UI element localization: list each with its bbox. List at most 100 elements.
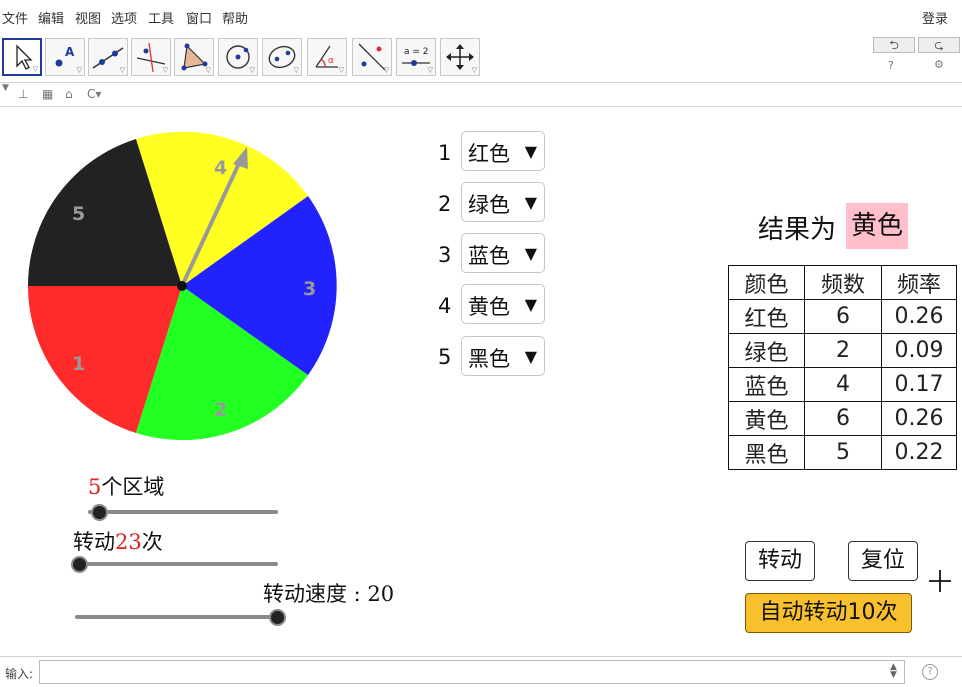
- svg-text:A: A: [65, 45, 75, 59]
- spins-slider-track[interactable]: [73, 562, 278, 566]
- reflect-tool-button[interactable]: ▽: [352, 38, 392, 76]
- menu-help[interactable]: 帮助: [222, 8, 248, 27]
- spin-button[interactable]: 转动: [745, 541, 815, 581]
- frequency-table: 颜色 频数 频率 红色 6 0.26 绿色 2 0.09 蓝色 4 0.17 黄…: [728, 265, 957, 470]
- menu-tools[interactable]: 工具: [148, 8, 174, 27]
- table-cell: 黄色: [728, 401, 805, 436]
- table-cell: 黑色: [728, 435, 805, 470]
- column-header: 颜色: [728, 265, 805, 300]
- color-dropdown-4[interactable]: 黄色 ▼: [461, 284, 545, 324]
- spins-suffix: 次: [141, 530, 163, 554]
- table-cell: 6: [804, 299, 882, 334]
- table-row: 黑色 5 0.22: [728, 435, 957, 470]
- crosshair-icon: [929, 570, 951, 592]
- table-cell: 2: [804, 333, 882, 368]
- dropdown-value: 黑色: [468, 347, 510, 371]
- input-label: 输入:: [5, 667, 34, 681]
- dropdown-value: 红色: [468, 142, 510, 166]
- login-link[interactable]: 登录: [922, 8, 948, 27]
- axes-icon[interactable]: ⊥: [18, 87, 28, 101]
- menu-window[interactable]: 窗口: [186, 8, 212, 27]
- input-bar: 输入: ▲ ▼ ?: [0, 658, 962, 687]
- menu-file[interactable]: 文件: [2, 8, 28, 27]
- svg-text:a = 2: a = 2: [404, 47, 429, 57]
- result-label: 结果为: [758, 215, 837, 245]
- dropdown-value: 绿色: [468, 193, 510, 217]
- angle-tool-button[interactable]: α ▽: [307, 38, 347, 76]
- dropdown-value: 黄色: [468, 295, 510, 319]
- reset-button[interactable]: 复位: [848, 541, 918, 581]
- color-dropdown-5[interactable]: 黑色 ▼: [461, 336, 545, 376]
- grid-icon[interactable]: ▦: [42, 87, 53, 101]
- auto-spin-button[interactable]: 自动转动10次: [745, 593, 912, 633]
- perpendicular-tool-button[interactable]: ▽: [131, 38, 171, 76]
- line-tool-button[interactable]: ▽: [88, 38, 128, 76]
- table-cell: 5: [804, 435, 882, 470]
- home-icon[interactable]: ⌂: [65, 87, 73, 101]
- spins-slider-handle[interactable]: [71, 556, 88, 573]
- redo-button[interactable]: ⮎: [918, 37, 960, 53]
- speed-slider-track[interactable]: [75, 615, 285, 619]
- slider-tool-button[interactable]: a = 2 ▽: [396, 38, 436, 76]
- regions-suffix: 个区域: [101, 475, 165, 499]
- speed-slider-handle[interactable]: [269, 609, 286, 626]
- table-cell: 0.26: [881, 401, 957, 436]
- move-view-tool-button[interactable]: ▽: [440, 38, 480, 76]
- table-cell: 0.09: [881, 333, 957, 368]
- table-row: 黄色 6 0.26: [728, 401, 957, 436]
- table-cell: 红色: [728, 299, 805, 334]
- caret-down-icon: ▼: [524, 295, 537, 314]
- table-cell: 0.26: [881, 299, 957, 334]
- regions-value: 5: [88, 475, 102, 499]
- table-cell: 绿色: [728, 333, 805, 368]
- speed-slider-caption: 转动速度 : 20: [263, 582, 395, 606]
- color-dropdown-1[interactable]: 红色 ▼: [461, 131, 545, 171]
- color-dropdown-2[interactable]: 绿色 ▼: [461, 182, 545, 222]
- assignment-number-5: 5: [438, 345, 452, 369]
- move-tool-button[interactable]: ▽: [2, 38, 42, 76]
- point-tool-button[interactable]: A ▽: [45, 38, 85, 76]
- table-row: 绿色 2 0.09: [728, 333, 957, 368]
- input-bar-divider: [0, 656, 962, 657]
- circle-tool-button[interactable]: ▽: [218, 38, 258, 76]
- style-bar-toggle-icon[interactable]: ▼: [2, 83, 9, 93]
- table-cell: 4: [804, 367, 882, 402]
- help-icon[interactable]: ?: [888, 59, 894, 72]
- dropdown-value: 蓝色: [468, 244, 510, 268]
- assignment-number-2: 2: [438, 192, 452, 216]
- regions-slider-track[interactable]: [88, 510, 278, 514]
- spinner-center-point: [177, 281, 187, 291]
- conic-tool-button[interactable]: ▽: [262, 38, 302, 76]
- menu-edit[interactable]: 编辑: [38, 8, 64, 27]
- gear-icon[interactable]: ⚙: [934, 58, 944, 71]
- regions-slider-handle[interactable]: [91, 504, 108, 521]
- table-row: 蓝色 4 0.17: [728, 367, 957, 402]
- caret-down-icon: ▼: [524, 244, 537, 263]
- table-header-row: 颜色 频数 频率: [728, 265, 957, 300]
- table-row: 红色 6 0.26: [728, 299, 957, 334]
- sector-label-5: 5: [72, 203, 85, 225]
- sector-label-4: 4: [214, 157, 227, 179]
- caret-down-icon: ▼: [524, 142, 537, 161]
- spins-value: 23: [115, 530, 142, 554]
- point-capture-icon[interactable]: C▾: [87, 87, 101, 101]
- table-cell: 0.22: [881, 435, 957, 470]
- assignment-number-3: 3: [438, 243, 452, 267]
- graphics-view[interactable]: 1 2 3 4 5 1 红色 ▼ 2 绿色 ▼ 3 蓝色 ▼ 4 黄色 ▼ 5 …: [0, 107, 962, 655]
- caret-down-icon: ▼: [524, 347, 537, 366]
- menu-view[interactable]: 视图: [75, 8, 101, 27]
- sector-label-3: 3: [303, 278, 316, 300]
- spins-slider-caption: 转动23次: [73, 526, 163, 556]
- menu-bar: 文件 编辑 视图 选项 工具 窗口 帮助 登录: [0, 0, 962, 32]
- polygon-tool-button[interactable]: ▽: [174, 38, 214, 76]
- input-help-icon[interactable]: ?: [922, 664, 938, 680]
- input-history-arrows-icon[interactable]: ▲ ▼: [890, 663, 897, 680]
- sector-label-1: 1: [72, 353, 85, 375]
- menu-options[interactable]: 选项: [111, 8, 137, 27]
- sector-label-2: 2: [214, 399, 227, 421]
- command-input[interactable]: [39, 660, 905, 684]
- color-dropdown-3[interactable]: 蓝色 ▼: [461, 233, 545, 273]
- undo-button[interactable]: ⮌: [873, 37, 915, 53]
- regions-slider-caption: 5个区域: [88, 471, 164, 501]
- column-header: 频率: [881, 265, 957, 300]
